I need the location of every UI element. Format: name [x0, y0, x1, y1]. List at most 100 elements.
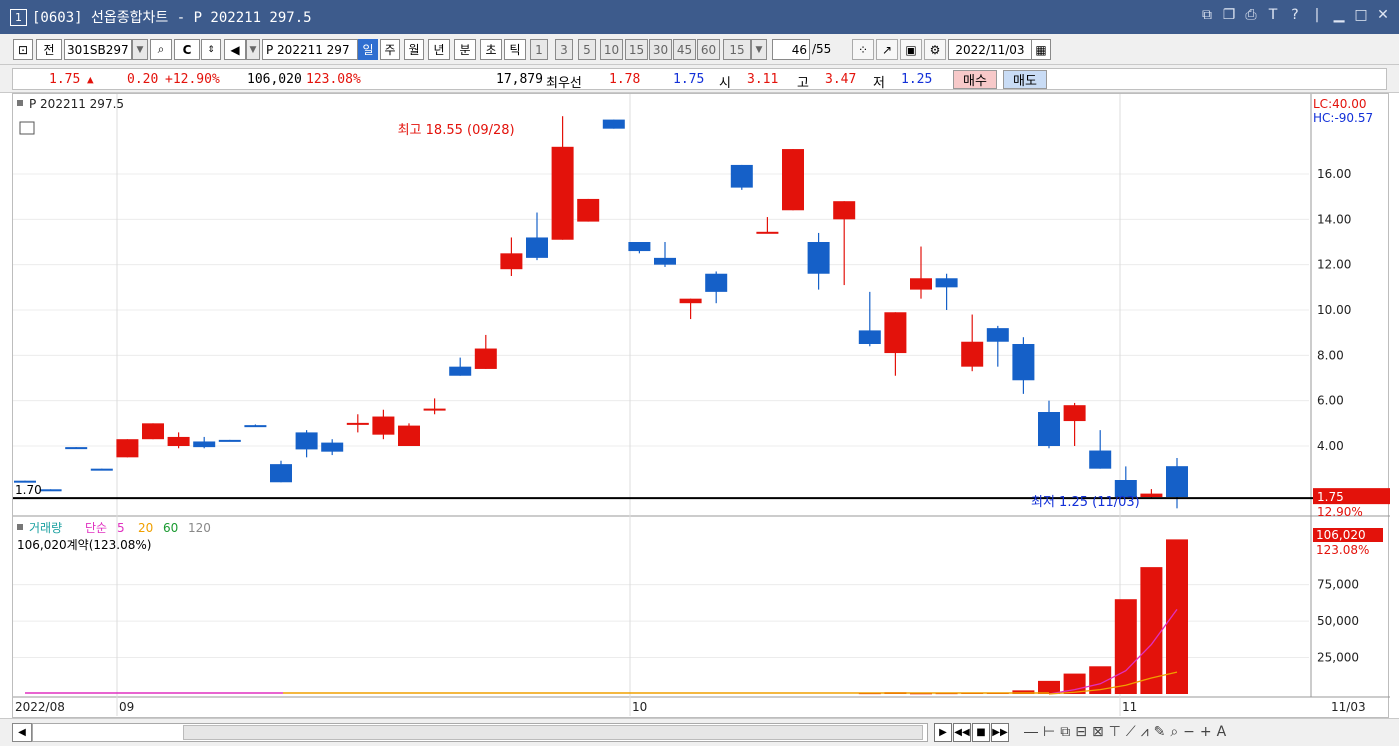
separator-icon: |: [1314, 7, 1320, 23]
zoom-out-icon[interactable]: −: [1183, 724, 1195, 740]
buy-button[interactable]: 매수: [953, 70, 997, 89]
line-tool-icon[interactable]: ⎯⎯: [1024, 724, 1038, 740]
volume-ma-20: 20: [138, 521, 153, 535]
play-icon[interactable]: ▶: [934, 723, 952, 742]
candle-body: [577, 198, 600, 222]
interval-45[interactable]: 45: [673, 39, 696, 60]
fan-tool-icon[interactable]: ⟋: [1126, 724, 1136, 740]
interval-60[interactable]: 60: [697, 39, 720, 60]
volume-tick-label: 50,000: [1317, 614, 1359, 628]
wave-tool-icon[interactable]: ⩘: [1141, 724, 1149, 740]
interval-30[interactable]: 30: [649, 39, 672, 60]
candle-body: [295, 432, 318, 450]
quote-box: 1.75 ▲ 0.20 +12.90% 106,020 123.08% 17,8…: [12, 68, 1387, 91]
interval-5[interactable]: 5: [578, 39, 596, 60]
chart-canvas[interactable]: 4.006.008.0010.0012.0014.0016.0025,00050…: [13, 94, 1390, 719]
candle-body: [910, 278, 932, 290]
candle-body: [526, 237, 548, 258]
candle-body: [1038, 412, 1060, 446]
interval-1[interactable]: 1: [530, 39, 548, 60]
code-input[interactable]: 301SB297: [64, 39, 132, 60]
candle-body: [935, 278, 958, 288]
sell-button[interactable]: 매도: [1003, 70, 1047, 89]
jeon-button[interactable]: 전: [36, 39, 62, 60]
window-number: 1: [10, 8, 27, 26]
quote-bar: 1.75 ▲ 0.20 +12.90% 106,020 123.08% 17,8…: [0, 65, 1399, 93]
link-window-icon[interactable]: ⧉: [1199, 7, 1215, 23]
lc-label: LC:40.00: [1313, 97, 1366, 111]
candle-body: [654, 257, 676, 265]
hline-label: 1.70: [15, 483, 42, 497]
tab-week[interactable]: 주: [380, 39, 400, 60]
interval-15[interactable]: 15: [625, 39, 648, 60]
volume-ma-label: 단순: [85, 521, 107, 535]
speaker-icon[interactable]: ◀: [224, 39, 246, 60]
spinner-icon[interactable]: ⇕: [201, 39, 221, 60]
candle-body: [39, 489, 62, 492]
auto-icon[interactable]: A: [1217, 724, 1227, 740]
tab-second[interactable]: 초: [480, 39, 502, 60]
copy-window-icon[interactable]: ❐: [1221, 7, 1237, 23]
best-ask: 1.78: [609, 72, 641, 87]
volume-ma-60: 60: [163, 521, 178, 535]
interval-10[interactable]: 10: [600, 39, 623, 60]
count-input[interactable]: 46: [772, 39, 810, 60]
fib-tool-icon[interactable]: ⊢: [1043, 724, 1055, 740]
candle-body: [961, 341, 984, 367]
multi-window-icon[interactable]: ⊟: [1075, 724, 1087, 740]
tab-minute[interactable]: 분: [454, 39, 476, 60]
code-dropdown-icon[interactable]: ▼: [132, 39, 148, 60]
low-label: 저: [873, 76, 885, 91]
candle-body: [270, 464, 292, 483]
settings-gear-icon[interactable]: ⚙: [924, 39, 946, 60]
minimize-icon[interactable]: ▁: [1331, 7, 1347, 23]
volume-bar: [1140, 567, 1163, 694]
symbol-input[interactable]: P 202211 297: [262, 39, 358, 60]
date-input[interactable]: 2022/11/03: [948, 39, 1032, 60]
interval-select[interactable]: 15: [723, 39, 751, 60]
layout-icon[interactable]: ⊡: [13, 39, 33, 60]
speaker-dropdown-icon[interactable]: ▼: [246, 39, 260, 60]
tab-tick[interactable]: 틱: [504, 39, 526, 60]
candle-body: [346, 422, 369, 425]
tab-day[interactable]: 일: [358, 39, 378, 60]
stop-icon[interactable]: ■: [972, 723, 990, 742]
pen-tool-icon[interactable]: ✎: [1154, 724, 1166, 740]
bottom-bar: ◀ ▶ ◀◀ ■ ▶▶ ⎯⎯ ⊢ ⧉ ⊟ ⊠ ⊤ ⟋ ⩘ ✎ ⌕ − + A: [0, 718, 1399, 746]
candle-body: [858, 330, 881, 344]
maximize-icon[interactable]: □: [1353, 7, 1369, 23]
open-label: 시: [719, 76, 731, 91]
compare-icon[interactable]: ⁘: [852, 39, 874, 60]
interval-3[interactable]: 3: [555, 39, 573, 60]
trend-icon[interactable]: ↗: [876, 39, 898, 60]
zoom-search-icon[interactable]: ⌕: [1170, 724, 1178, 740]
candle-body: [500, 253, 523, 270]
legend-marker: [17, 100, 23, 106]
bid-quantity: 17,879: [496, 72, 543, 87]
chart-area[interactable]: 4.00 6.00 8.00 10.00 12.00 14.00 16.00 25,000 50…: [12, 93, 1390, 719]
cc-button[interactable]: C: [174, 39, 200, 60]
hc-label: HC:-90.57: [1313, 111, 1373, 125]
print-icon[interactable]: ⎙: [1243, 7, 1259, 23]
scroll-left-icon[interactable]: ◀: [12, 723, 32, 742]
font-icon[interactable]: T: [1265, 7, 1281, 23]
chart-toolbar: ⊡ 전 301SB297 ▼ ⌕ C ⇕ ◀ ▼ P 202211 297 일 …: [0, 34, 1399, 65]
tab-year[interactable]: 년: [428, 39, 450, 60]
calendar-icon[interactable]: ▦: [1031, 39, 1051, 60]
interval-dropdown-icon[interactable]: ▼: [751, 39, 767, 60]
zoom-in-icon[interactable]: +: [1200, 724, 1212, 740]
window-tool-icon[interactable]: ⧉: [1060, 724, 1070, 740]
scroll-thumb[interactable]: [183, 725, 923, 740]
rect-tool-icon[interactable]: ⊠: [1092, 724, 1104, 740]
horizontal-scrollbar[interactable]: [32, 723, 928, 742]
candle-body: [705, 273, 728, 292]
rewind-icon[interactable]: ◀◀: [953, 723, 971, 742]
search-icon[interactable]: ⌕: [150, 39, 172, 60]
close-icon[interactable]: ✕: [1375, 7, 1391, 23]
help-icon[interactable]: ?: [1287, 7, 1303, 23]
forward-icon[interactable]: ▶▶: [991, 723, 1009, 742]
tab-month[interactable]: 월: [404, 39, 424, 60]
text-tool-icon[interactable]: ⊤: [1109, 724, 1121, 740]
price-tick-label: 12.00: [1317, 258, 1351, 272]
save-icon[interactable]: ▣: [900, 39, 922, 60]
